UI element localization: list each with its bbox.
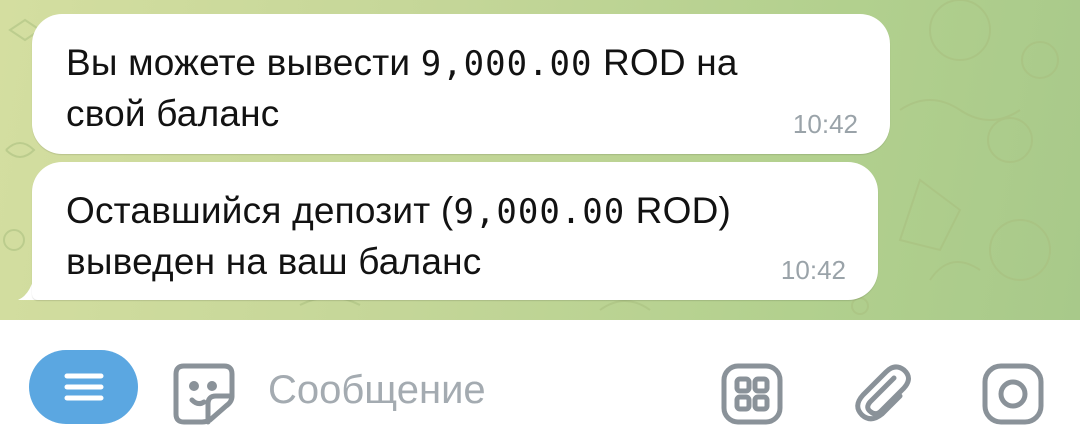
amount-value: 9,000.00 bbox=[420, 44, 593, 84]
message-text: Вы можете вывести 9,000.00 ROD на свой б… bbox=[66, 42, 738, 134]
message-input[interactable] bbox=[268, 360, 688, 420]
sticker-icon[interactable] bbox=[172, 362, 236, 426]
menu-icon bbox=[64, 373, 103, 401]
message-composer bbox=[0, 320, 1080, 447]
bot-commands-icon[interactable] bbox=[720, 362, 784, 426]
chat-area: Вы можете вывести 9,000.00 ROD на свой б… bbox=[0, 0, 1080, 320]
message-time: 10:42 bbox=[780, 255, 846, 285]
attach-icon[interactable] bbox=[850, 360, 916, 426]
message-bubble[interactable]: Вы можете вывести 9,000.00 ROD на свой б… bbox=[32, 14, 890, 154]
amount-value: 9,000.00 bbox=[453, 192, 626, 232]
message-bubble[interactable]: Оставшийся депозит (9,000.00 ROD) выведе… bbox=[32, 162, 878, 300]
menu-button[interactable] bbox=[29, 350, 138, 424]
camera-icon[interactable] bbox=[981, 362, 1045, 426]
message-text: Оставшийся депозит (9,000.00 ROD) выведе… bbox=[66, 190, 732, 282]
message-time: 10:42 bbox=[792, 109, 858, 139]
